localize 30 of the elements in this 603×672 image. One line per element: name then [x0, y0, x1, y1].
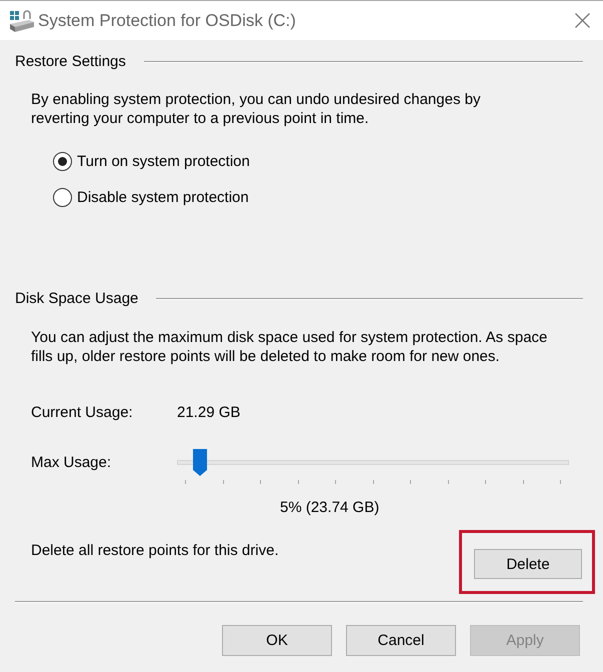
tick-mark: [485, 480, 486, 484]
current-usage-label: Current Usage:: [31, 403, 134, 423]
section-heading: Restore Settings: [15, 52, 126, 72]
max-usage-reading: 5% (23.74 GB): [280, 498, 380, 518]
description-text: You can adjust the maximum disk space used for system protection. As space fills up, older restore points will be deleted to make room for new ones.: [31, 328, 548, 366]
tick-mark: [185, 480, 186, 484]
radio-label[interactable]: Disable system protection: [77, 188, 249, 206]
slider-thumb[interactable]: [193, 449, 208, 476]
description-text: By enabling system protection, you can undo undesired changes by reverting your computer to a previous point in time.: [31, 90, 482, 128]
slider-track[interactable]: [177, 448, 569, 476]
dialog-button[interactable]: Cancel: [346, 625, 456, 656]
tick-mark: [372, 480, 374, 484]
current-usage-value: 21.29 GB: [177, 403, 240, 423]
radio-label[interactable]: Turn on system protection: [77, 152, 250, 170]
tick-mark: [522, 480, 524, 484]
section-heading: Disk Space Usage: [15, 289, 138, 309]
delete-description: Delete all restore points for this drive.: [31, 541, 279, 561]
window-title: System Protection for OSDisk (C:): [38, 10, 297, 30]
tick-mark: [410, 480, 411, 484]
tick-mark: [222, 480, 224, 484]
close-icon[interactable]: [575, 13, 590, 28]
tick-mark: [560, 480, 561, 484]
radio-button[interactable]: [53, 152, 72, 170]
max-usage-label: Max Usage:: [31, 453, 112, 473]
drive-icon: [9, 8, 35, 32]
tick-mark: [260, 480, 261, 484]
radio-button[interactable]: [53, 188, 72, 206]
dialog-button[interactable]: OK: [222, 625, 332, 656]
delete-button[interactable]: Delete: [474, 549, 582, 579]
tick-mark: [335, 480, 336, 484]
